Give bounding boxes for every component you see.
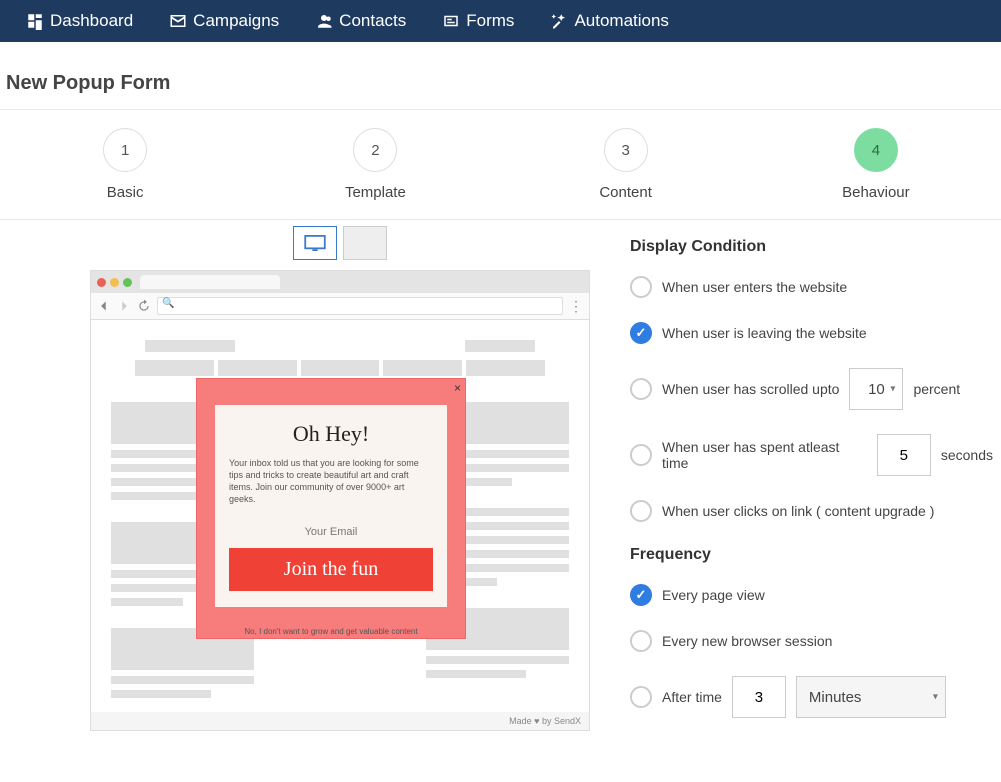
reload-icon bbox=[137, 299, 151, 313]
step-number: 1 bbox=[103, 128, 147, 172]
nav-label: Dashboard bbox=[50, 11, 133, 31]
device-desktop-button[interactable] bbox=[293, 226, 337, 260]
cond-label: When user has spent atleast time bbox=[662, 439, 867, 471]
back-icon bbox=[97, 299, 111, 313]
page-title: New Popup Form bbox=[0, 42, 1001, 109]
radio[interactable] bbox=[630, 322, 652, 344]
cond-label: When user clicks on link ( content upgra… bbox=[662, 503, 934, 519]
forms-icon bbox=[442, 12, 460, 30]
nav-campaigns[interactable]: Campaigns bbox=[151, 0, 297, 42]
preview-browser: ⋮ bbox=[90, 270, 590, 731]
after-time-input[interactable] bbox=[732, 676, 786, 718]
cond-scroll[interactable]: When user has scrolled upto 10 ▾ percent bbox=[630, 368, 993, 410]
step-number: 4 bbox=[854, 128, 898, 172]
cond-label-suffix: seconds bbox=[941, 447, 993, 463]
display-condition-heading: Display Condition bbox=[630, 238, 993, 256]
radio[interactable] bbox=[630, 276, 652, 298]
step-label: Basic bbox=[107, 184, 144, 201]
step-basic[interactable]: 1 Basic bbox=[0, 128, 250, 201]
chevron-down-icon: ▾ bbox=[890, 384, 895, 395]
step-label: Template bbox=[345, 184, 406, 201]
step-template[interactable]: 2 Template bbox=[250, 128, 500, 201]
radio[interactable] bbox=[630, 686, 652, 708]
freq-label: Every new browser session bbox=[662, 633, 832, 649]
freq-label: After time bbox=[662, 689, 722, 705]
device-mobile-button[interactable] bbox=[343, 226, 387, 260]
nav-dashboard[interactable]: Dashboard bbox=[8, 0, 151, 42]
preview-credit: Made ♥ by SendX bbox=[91, 712, 589, 730]
window-close-dot bbox=[97, 278, 106, 287]
popup-title: Oh Hey! bbox=[229, 421, 433, 447]
popup-preview: × Oh Hey! Your inbox told us that you ar… bbox=[196, 378, 466, 639]
popup-email-input[interactable]: Your Email bbox=[229, 526, 433, 538]
freq-every-view[interactable]: Every page view bbox=[630, 584, 993, 606]
nav-forms[interactable]: Forms bbox=[424, 0, 532, 42]
radio[interactable] bbox=[630, 378, 652, 400]
after-time-unit-select[interactable]: Minutes bbox=[796, 676, 946, 718]
contacts-icon bbox=[315, 12, 333, 30]
wand-icon bbox=[550, 12, 568, 30]
window-max-dot bbox=[123, 278, 132, 287]
time-seconds-input[interactable] bbox=[877, 434, 931, 476]
top-nav: Dashboard Campaigns Contacts Forms Autom… bbox=[0, 0, 1001, 42]
cond-label: When user is leaving the website bbox=[662, 325, 867, 341]
nav-contacts[interactable]: Contacts bbox=[297, 0, 424, 42]
forward-icon bbox=[117, 299, 131, 313]
nav-label: Forms bbox=[466, 11, 514, 31]
step-behaviour[interactable]: 4 Behaviour bbox=[751, 128, 1001, 201]
freq-after-time[interactable]: After time Minutes ▾ bbox=[630, 676, 993, 718]
nav-automations[interactable]: Automations bbox=[532, 0, 687, 42]
dashboard-icon bbox=[26, 12, 44, 30]
step-content[interactable]: 3 Content bbox=[501, 128, 751, 201]
popup-text: Your inbox told us that you are looking … bbox=[229, 457, 433, 506]
step-number: 2 bbox=[353, 128, 397, 172]
device-toggle bbox=[90, 220, 590, 270]
freq-label: Every page view bbox=[662, 587, 765, 603]
frequency-heading: Frequency bbox=[630, 546, 993, 564]
close-icon[interactable]: × bbox=[454, 381, 461, 395]
cond-label-suffix: percent bbox=[913, 381, 960, 397]
cond-link[interactable]: When user clicks on link ( content upgra… bbox=[630, 500, 993, 522]
cond-label: When user has scrolled upto bbox=[662, 381, 839, 397]
mail-icon bbox=[169, 12, 187, 30]
nav-label: Automations bbox=[574, 11, 669, 31]
popup-decline[interactable]: No, I don't want to grow and get valuabl… bbox=[197, 627, 465, 636]
menu-icon: ⋮ bbox=[569, 298, 583, 315]
popup-submit-button[interactable]: Join the fun bbox=[229, 548, 433, 591]
radio[interactable] bbox=[630, 584, 652, 606]
radio[interactable] bbox=[630, 630, 652, 652]
radio[interactable] bbox=[630, 444, 652, 466]
step-label: Content bbox=[599, 184, 652, 201]
step-number: 3 bbox=[604, 128, 648, 172]
nav-label: Campaigns bbox=[193, 11, 279, 31]
browser-tab bbox=[140, 275, 280, 289]
address-bar bbox=[157, 297, 563, 315]
cond-enter[interactable]: When user enters the website bbox=[630, 276, 993, 298]
cond-label: When user enters the website bbox=[662, 279, 847, 295]
chevron-down-icon: ▾ bbox=[933, 692, 938, 703]
nav-label: Contacts bbox=[339, 11, 406, 31]
cond-time[interactable]: When user has spent atleast time seconds bbox=[630, 434, 993, 476]
desktop-icon bbox=[304, 235, 326, 251]
stepper: 1 Basic 2 Template 3 Content 4 Behaviour bbox=[0, 109, 1001, 220]
freq-every-session[interactable]: Every new browser session bbox=[630, 630, 993, 652]
radio[interactable] bbox=[630, 500, 652, 522]
cond-leave[interactable]: When user is leaving the website bbox=[630, 322, 993, 344]
step-label: Behaviour bbox=[842, 184, 910, 201]
window-min-dot bbox=[110, 278, 119, 287]
